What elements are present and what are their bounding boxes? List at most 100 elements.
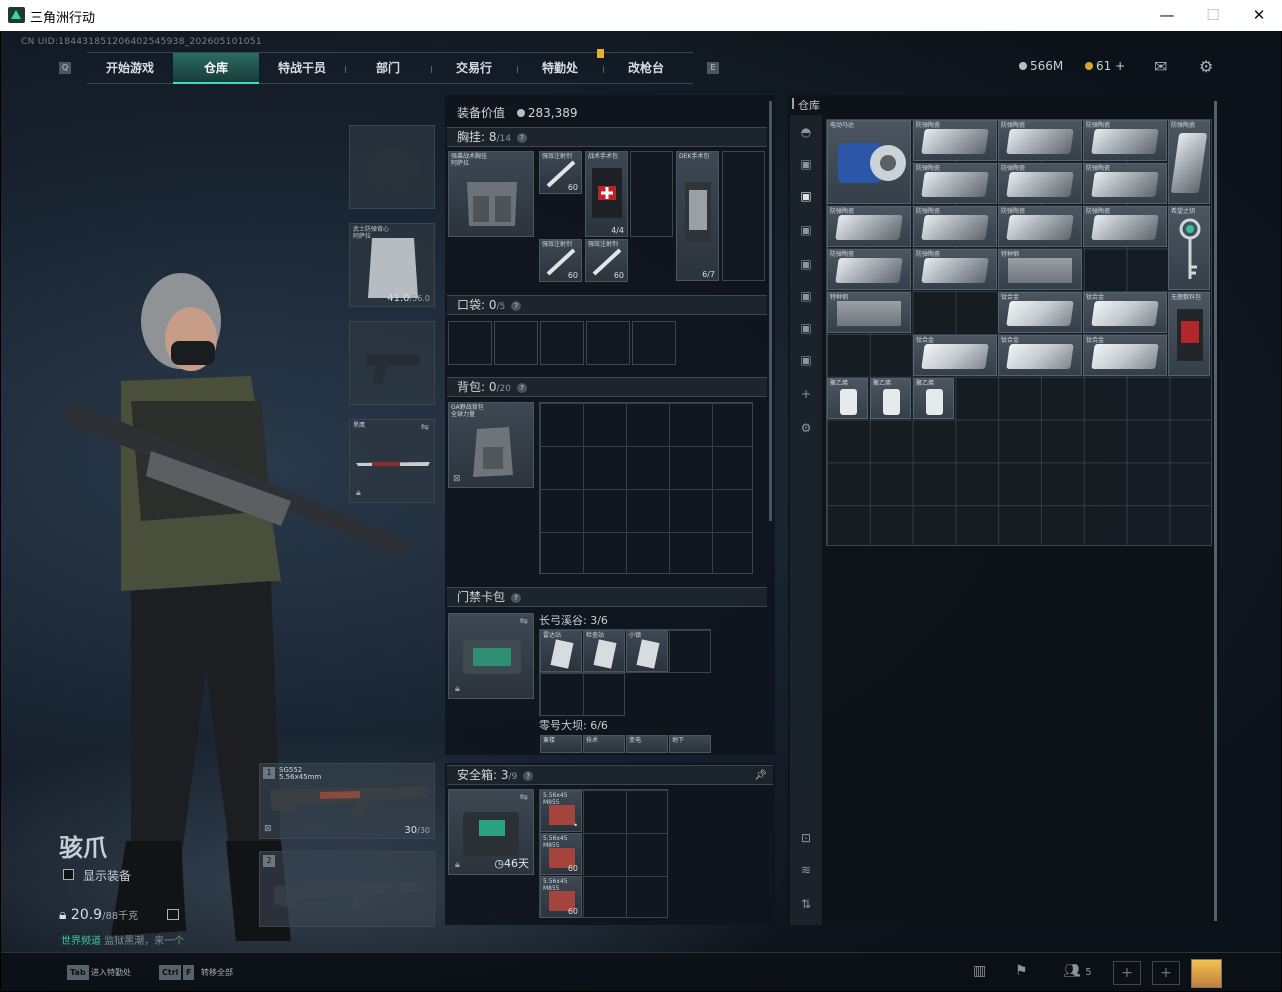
- tab-warehouse[interactable]: 仓库: [173, 53, 259, 84]
- keycard-item[interactable]: 技术: [583, 735, 625, 753]
- stash-item[interactable]: 聚乙烯: [870, 378, 911, 419]
- tab-trade[interactable]: 交易行: [431, 53, 517, 84]
- tab-operators[interactable]: 特战干员: [259, 53, 345, 84]
- settings-gear-icon[interactable]: ⚙: [1199, 57, 1213, 76]
- invite-slot-button[interactable]: +: [1152, 961, 1180, 985]
- stash-scrollbar[interactable]: [1214, 101, 1217, 921]
- stash-item[interactable]: 防弹陶瓷: [1168, 120, 1210, 204]
- pocket-slot[interactable]: [494, 321, 538, 365]
- add-page-icon[interactable]: +: [797, 387, 815, 403]
- keycard-case-slot[interactable]: ⇋ 🔒︎: [448, 613, 534, 699]
- chest-item[interactable]: 强效注射剂 60: [539, 239, 582, 282]
- layers-icon[interactable]: ≋: [797, 863, 815, 879]
- helmet-slot[interactable]: [349, 125, 435, 209]
- chest-item[interactable]: DEK手术包 6/7: [676, 151, 719, 281]
- stash-item[interactable]: 防弹陶瓷: [913, 163, 997, 204]
- secondary-weapon-slot[interactable]: 2: [259, 851, 435, 927]
- stash-item[interactable]: 钛合金: [1083, 335, 1167, 376]
- stash-item[interactable]: 希望之钥: [1168, 206, 1210, 290]
- pin-icon[interactable]: 📌︎: [754, 766, 767, 785]
- show-equipment-checkbox[interactable]: [63, 869, 74, 880]
- stash-page-1-icon[interactable]: ▣: [797, 157, 815, 173]
- stash-item[interactable]: 防弹陶瓷: [913, 120, 997, 161]
- sort-icon[interactable]: ⇅: [797, 897, 815, 913]
- transfer-all-button[interactable]: 转移全部: [201, 967, 233, 978]
- keycard-item[interactable]: 检查站: [583, 630, 625, 672]
- swap-icon[interactable]: ⇋: [520, 792, 528, 803]
- helmet-filter-icon[interactable]: ◓: [797, 125, 815, 141]
- minimize-button[interactable]: —: [1144, 0, 1190, 31]
- stash-item[interactable]: 防弹陶瓷: [827, 249, 911, 290]
- armor-slot[interactable]: 武士防弹背心 阿萨拉 41.0/56.0: [349, 223, 435, 307]
- stash-item[interactable]: 钛合金: [913, 335, 997, 376]
- stash-item[interactable]: 聚乙烯: [827, 378, 868, 419]
- chest-rig-slot[interactable]: 强袭战术胸挂 阿萨拉: [448, 151, 534, 237]
- tab-gunsmith[interactable]: 改枪台: [603, 53, 689, 84]
- list-icon[interactable]: [167, 909, 179, 920]
- stash-item[interactable]: 防弹陶瓷: [1083, 120, 1167, 161]
- keycard-item[interactable]: 小镇: [626, 630, 668, 672]
- stash-page-active-icon[interactable]: ▣: [797, 189, 815, 205]
- melee-slot[interactable]: 黑鹰 ⇋ 🔒︎: [349, 419, 435, 503]
- backpack-grid[interactable]: [539, 402, 753, 574]
- flag-icon[interactable]: ⚑: [1015, 963, 1028, 979]
- stash-item[interactable]: 防弹陶瓷: [998, 120, 1082, 161]
- stats-chart-icon[interactable]: ▥: [973, 963, 986, 979]
- chest-empty-slot[interactable]: [722, 151, 765, 281]
- invite-slot-button[interactable]: +: [1113, 961, 1141, 985]
- stash-settings-icon[interactable]: ⚙: [797, 421, 815, 437]
- stash-page-4-icon[interactable]: ▣: [797, 257, 815, 273]
- stash-item[interactable]: 电动马达: [827, 120, 911, 204]
- primary-weapon-slot[interactable]: 1 SG552 5.56x45mm ⊠ 30/30: [259, 763, 435, 839]
- player-avatar[interactable]: [1191, 959, 1222, 988]
- stash-item[interactable]: 钛合金: [998, 335, 1082, 376]
- stash-page-5-icon[interactable]: ▣: [797, 289, 815, 305]
- keycard-item[interactable]: 变电: [626, 735, 668, 753]
- stash-item[interactable]: 钛合金: [998, 292, 1082, 333]
- stash-item[interactable]: 防弹陶瓷: [998, 163, 1082, 204]
- friends-icon[interactable]: 👥︎ 5: [1063, 963, 1092, 979]
- chest-empty-slot[interactable]: [630, 151, 673, 237]
- stash-item[interactable]: 防弹陶瓷: [913, 249, 997, 290]
- mail-icon[interactable]: ✉: [1154, 57, 1167, 76]
- chest-item[interactable]: 强效注射剂 60: [539, 151, 582, 194]
- chest-item[interactable]: 强效注射剂 60: [585, 239, 628, 282]
- ammo-item[interactable]: 5.56x45 M855 60: [540, 833, 582, 875]
- swap-icon[interactable]: ⇋: [421, 422, 429, 433]
- ammo-item[interactable]: 5.56x45 M855 •: [540, 790, 582, 832]
- tab-start-game[interactable]: 开始游戏: [87, 53, 173, 84]
- nav-next-icon[interactable]: E: [707, 62, 719, 74]
- pocket-slot[interactable]: [540, 321, 584, 365]
- pocket-slot[interactable]: [632, 321, 676, 365]
- pocket-slot[interactable]: [448, 321, 492, 365]
- backpack-slot[interactable]: GA野战背包 全球力量 ⊠: [448, 402, 534, 488]
- pocket-slot[interactable]: [586, 321, 630, 365]
- stash-page-3-icon[interactable]: ▣: [797, 223, 815, 239]
- stash-page-6-icon[interactable]: ▣: [797, 321, 815, 337]
- ammo-item[interactable]: 5.56x45 M855 60: [540, 876, 582, 918]
- enter-special-ops-button[interactable]: 进入特勤处: [91, 967, 131, 978]
- stash-page-7-icon[interactable]: ▣: [797, 353, 815, 369]
- stash-item[interactable]: 防弹陶瓷: [913, 206, 997, 247]
- capture-icon[interactable]: ⊡: [797, 831, 815, 847]
- stash-item[interactable]: 特种钢: [827, 292, 911, 333]
- keycard-item[interactable]: 地下: [669, 735, 711, 753]
- close-button[interactable]: ✕: [1236, 0, 1282, 31]
- stash-item[interactable]: 防弹陶瓷: [998, 206, 1082, 247]
- stash-item[interactable]: 无菌敷料包: [1168, 292, 1210, 376]
- stash-item[interactable]: 防弹陶瓷: [827, 206, 911, 247]
- nav-prev-icon[interactable]: Q: [59, 62, 71, 74]
- maximize-button[interactable]: ☐: [1190, 0, 1236, 31]
- equipment-scrollbar[interactable]: [769, 101, 772, 521]
- swap-icon[interactable]: ⇋: [520, 616, 528, 627]
- keycard-item[interactable]: 雷达站: [540, 630, 582, 672]
- pistol-slot[interactable]: [349, 321, 435, 405]
- stash-item[interactable]: 钛合金: [1083, 292, 1167, 333]
- stash-item[interactable]: 聚乙烯: [913, 378, 954, 419]
- stash-item[interactable]: 特种钢: [998, 249, 1082, 290]
- stash-item[interactable]: 防弹陶瓷: [1083, 206, 1167, 247]
- keycard-grid[interactable]: [539, 672, 625, 716]
- keycard-item[interactable]: 東楼: [540, 735, 582, 753]
- add-gold-button[interactable]: +: [1115, 59, 1125, 73]
- chest-item[interactable]: 战术手术包 4/4: [585, 151, 628, 237]
